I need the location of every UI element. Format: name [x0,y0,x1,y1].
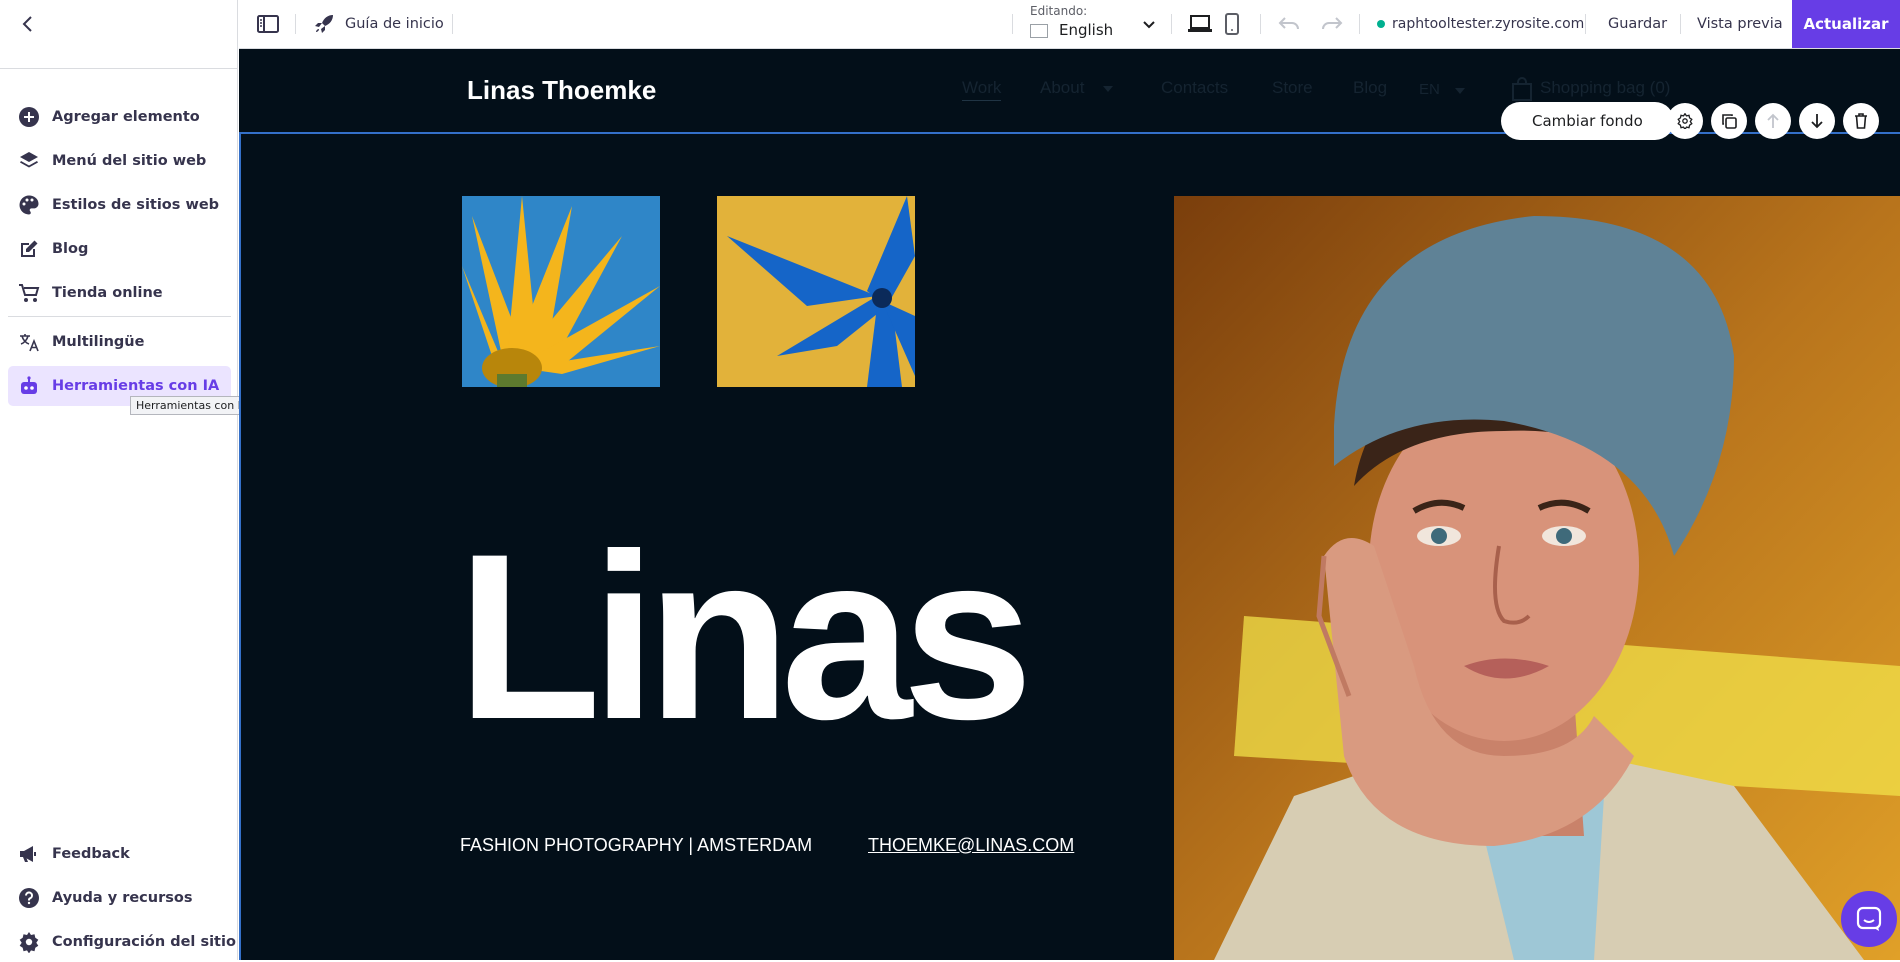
desktop-view-icon[interactable] [1188,12,1212,36]
gear-icon [18,931,40,953]
editing-label: Editando: [1030,4,1088,18]
change-background-button[interactable]: Cambiar fondo [1501,102,1674,140]
duplicate-section-button[interactable] [1711,103,1747,139]
nav-work[interactable]: Work [962,78,1002,101]
tooltip: Herramientas con IA [130,396,255,415]
nav-contacts[interactable]: Contacts [1161,78,1228,98]
flower-image-blue[interactable] [717,196,915,387]
portrait-image[interactable] [1174,196,1900,960]
nav-language-caret-icon [1455,88,1465,94]
chat-icon [1856,906,1882,931]
undo-icon[interactable] [1277,12,1301,36]
topbar-separator [1171,14,1172,34]
nav-blog[interactable]: Blog [1353,78,1387,98]
sidebar-divider [0,68,238,69]
hero-heading[interactable]: Linas [457,519,1033,755]
nav-shopping-bag[interactable]: Shopping bag (0) [1540,78,1670,98]
chat-support-button[interactable] [1841,891,1897,947]
topbar-separator [1585,14,1586,34]
trash-icon [1855,113,1867,129]
sidebar-item-website-styles[interactable]: Estilos de sitios web [8,185,231,225]
flag-icon [1030,24,1048,38]
sidebar-item-multilingual[interactable]: Multilingüe [8,322,231,362]
sidebar-item-add-element[interactable]: Agregar elemento [8,97,231,137]
preview-button[interactable]: Vista previa [1697,0,1783,48]
layers-icon [18,150,40,172]
topbar-separator [295,14,296,34]
hero-tagline[interactable]: FASHION PHOTOGRAPHY | AMSTERDAM [460,835,812,856]
topbar-separator [452,14,453,34]
topbar-separator [1260,14,1261,34]
sidebar-item-label: Blog [52,241,89,257]
arrow-down-icon [1811,114,1823,129]
sidebar-item-help[interactable]: Ayuda y recursos [8,878,231,918]
sidebar-item-online-store[interactable]: Tienda online [8,273,231,313]
status-dot [1377,20,1385,28]
nav-language[interactable]: EN [1419,81,1440,98]
nav-about-caret-icon [1103,86,1113,92]
plus-circle-icon [18,106,40,128]
editor-sidebar: Agregar elemento Menú del sitio web Esti… [0,0,275,962]
mobile-view-icon[interactable] [1220,12,1244,36]
sidebar-item-label: Multilingüe [52,334,145,350]
palette-icon [18,194,40,216]
sidebar-item-label: Menú del sitio web [52,153,207,169]
delete-section-button[interactable] [1843,103,1879,139]
sidebar-item-label: Feedback [52,846,130,862]
sidebar-divider [8,316,231,317]
help-icon [18,887,40,909]
sidebar-item-label: Tienda online [52,285,163,301]
shopping-bag-icon[interactable] [1511,77,1533,101]
update-button[interactable]: Actualizar [1792,0,1900,48]
sidebar-item-website-menu[interactable]: Menú del sitio web [8,141,231,181]
language-select[interactable]: English [1059,21,1113,39]
translate-icon [18,331,40,353]
topbar-separator [1359,14,1360,34]
megaphone-icon [18,843,40,865]
topbar-separator [1012,14,1013,34]
sidebar-item-label: Estilos de sitios web [52,197,220,213]
sidebar-item-blog[interactable]: Blog [8,229,231,269]
sidebar-item-label: Ayuda y recursos [52,890,193,906]
rocket-icon[interactable] [312,12,336,36]
nav-store[interactable]: Store [1272,78,1313,98]
robot-icon [18,375,40,397]
move-section-up-button[interactable] [1755,103,1791,139]
arrow-up-icon [1767,113,1779,128]
sidebar-item-feedback[interactable]: Feedback [8,834,231,874]
back-arrow-icon[interactable] [16,12,40,36]
save-button[interactable]: Guardar [1608,0,1667,48]
sidebar-toggle-icon[interactable] [256,12,280,36]
move-section-down-button[interactable] [1799,103,1835,139]
sidebar-item-site-settings[interactable]: Configuración del sitio web [8,922,275,962]
topbar-separator [1680,14,1681,34]
nav-about[interactable]: About [1040,78,1084,98]
chevron-down-icon[interactable] [1143,20,1155,30]
site-url-link[interactable]: raphtooltester.zyrosite.com [1392,0,1584,48]
edit-icon [18,238,40,260]
site-title[interactable]: Linas Thoemke [467,75,656,106]
flower-image-yellow[interactable] [462,196,660,387]
section-settings-button[interactable] [1667,103,1703,139]
editor-topbar: Guía de inicio Editando: English raphtoo… [239,0,1900,49]
cart-icon [18,282,40,304]
start-guide-button[interactable]: Guía de inicio [345,0,444,48]
gear-icon [1677,113,1693,129]
email-link[interactable]: THOEMKE@LINAS.COM [868,835,1074,856]
sidebar-item-label: Agregar elemento [52,109,200,125]
sidebar-item-label: Herramientas con IA [52,378,220,394]
website-canvas[interactable]: Linas Thoemke Work About Contacts Store … [239,49,1900,960]
redo-icon[interactable] [1320,12,1344,36]
copy-icon [1722,114,1737,129]
